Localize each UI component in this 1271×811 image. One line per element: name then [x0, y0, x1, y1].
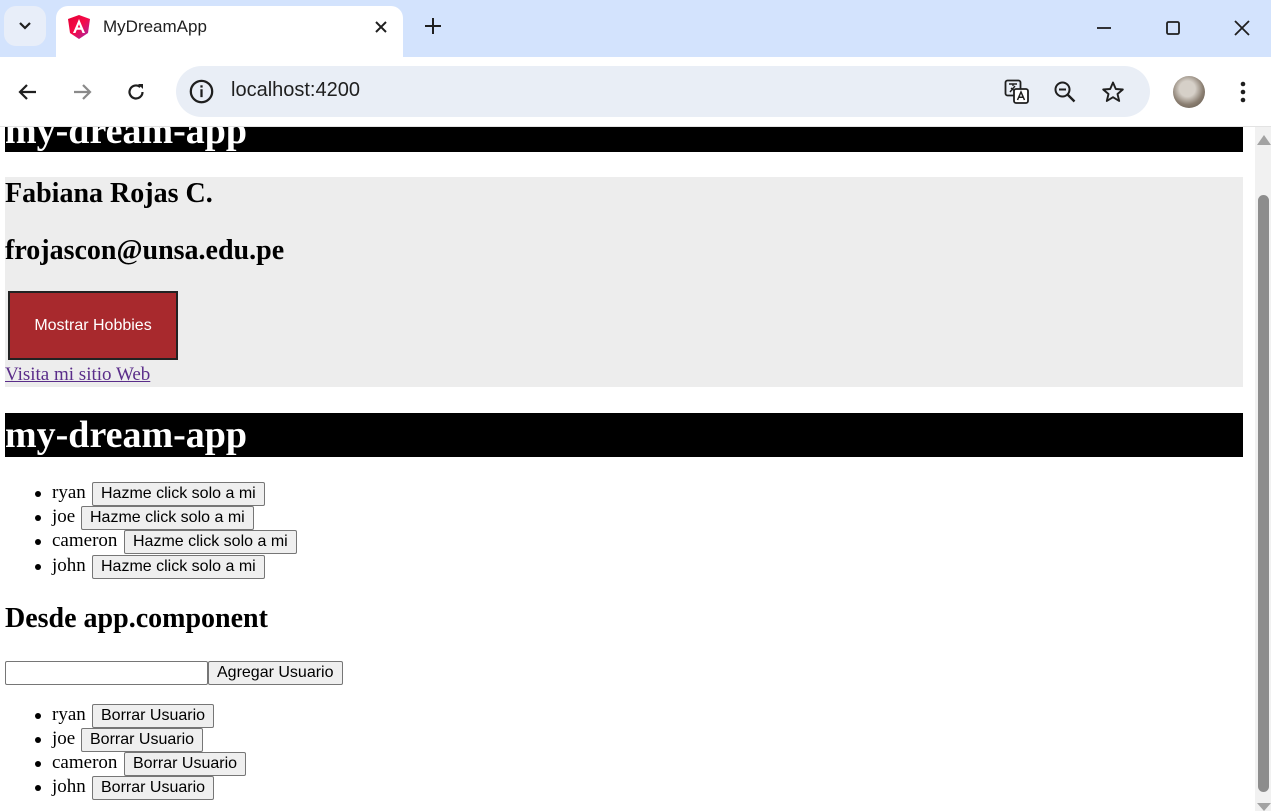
user-name: cameron — [52, 530, 118, 551]
page-viewport[interactable]: my-dream-app Fabiana Rojas C. frojascon@… — [0, 127, 1255, 811]
website-link[interactable]: Visita mi sitio Web — [5, 364, 150, 386]
click-me-button[interactable]: Hazme click solo a mi — [124, 530, 297, 554]
close-icon — [375, 21, 387, 33]
close-icon — [1234, 20, 1250, 36]
delete-user-button[interactable]: Borrar Usuario — [92, 776, 215, 800]
user-name: cameron — [52, 752, 118, 773]
top-banner-heading: my-dream-app — [5, 127, 1243, 152]
click-me-button[interactable]: Hazme click solo a mi — [92, 482, 265, 506]
user-name: joe — [52, 728, 76, 749]
reload-icon — [128, 84, 144, 100]
bookmark-button[interactable] — [1100, 79, 1126, 105]
tab-search-button[interactable] — [4, 6, 46, 46]
bullet — [35, 491, 41, 497]
section-title: Desde app.component — [5, 603, 268, 634]
back-button[interactable] — [13, 77, 43, 107]
user-name: joe — [52, 506, 76, 527]
user-name: john — [52, 776, 86, 797]
second-banner-heading: my-dream-app — [5, 413, 1243, 457]
bullet — [35, 713, 41, 719]
add-user-button[interactable]: Agregar Usuario — [208, 661, 343, 685]
maximize-icon — [1166, 21, 1180, 35]
tab-strip: MyDreamApp — [0, 0, 1271, 57]
bullet — [35, 761, 41, 767]
site-info-icon[interactable] — [188, 78, 215, 105]
arrow-right-icon — [74, 84, 92, 100]
maximize-button[interactable] — [1159, 14, 1187, 42]
bullet — [35, 539, 41, 545]
delete-user-button[interactable]: Borrar Usuario — [92, 704, 215, 728]
scroll-down-arrow-icon[interactable] — [1257, 803, 1271, 811]
scrollbar-thumb[interactable] — [1258, 195, 1269, 792]
zoom-out-icon — [1054, 81, 1076, 103]
user-name: ryan — [52, 482, 86, 503]
window-close-button[interactable] — [1228, 14, 1256, 42]
browser-tab-active[interactable]: MyDreamApp — [56, 6, 403, 57]
bullet — [35, 564, 41, 570]
address-bar[interactable]: localhost:4200 — [176, 66, 1150, 117]
bullet — [35, 785, 41, 791]
scroll-up-arrow-icon[interactable] — [1257, 135, 1271, 145]
new-tab-button[interactable] — [421, 14, 445, 38]
forward-button[interactable] — [67, 77, 97, 107]
chevron-down-icon — [19, 22, 31, 30]
arrow-left-icon — [18, 84, 36, 100]
profile-name: Fabiana Rojas C. — [5, 178, 213, 209]
bullet — [35, 515, 41, 521]
user-name: ryan — [52, 704, 86, 725]
url-text[interactable]: localhost:4200 — [231, 79, 360, 102]
user-name: john — [52, 555, 86, 576]
click-me-button[interactable]: Hazme click solo a mi — [81, 506, 254, 530]
translate-icon — [1004, 79, 1029, 104]
browser-menu-button[interactable] — [1230, 77, 1256, 107]
new-user-input[interactable] — [5, 661, 208, 685]
star-icon — [1102, 81, 1124, 102]
angular-logo-icon — [68, 15, 90, 39]
more-vert-icon — [1240, 81, 1246, 103]
tab-title: MyDreamApp — [103, 17, 207, 36]
zoom-button[interactable] — [1052, 79, 1078, 105]
tab-close-button[interactable] — [369, 15, 393, 39]
show-hobbies-button[interactable]: Mostrar Hobbies — [8, 291, 178, 360]
profile-avatar[interactable] — [1173, 76, 1205, 108]
delete-user-button[interactable]: Borrar Usuario — [124, 752, 247, 776]
browser-toolbar: localhost:4200 — [0, 57, 1271, 127]
reload-button[interactable] — [121, 77, 151, 107]
delete-user-button[interactable]: Borrar Usuario — [81, 728, 204, 752]
bullet — [35, 737, 41, 743]
profile-card: Fabiana Rojas C. frojascon@unsa.edu.pe M… — [5, 177, 1243, 387]
minimize-icon — [1097, 27, 1111, 29]
profile-email: frojascon@unsa.edu.pe — [5, 235, 285, 266]
click-me-button[interactable]: Hazme click solo a mi — [92, 555, 265, 579]
translate-button[interactable] — [1004, 79, 1030, 105]
plus-icon — [425, 18, 441, 34]
minimize-button[interactable] — [1090, 14, 1118, 42]
